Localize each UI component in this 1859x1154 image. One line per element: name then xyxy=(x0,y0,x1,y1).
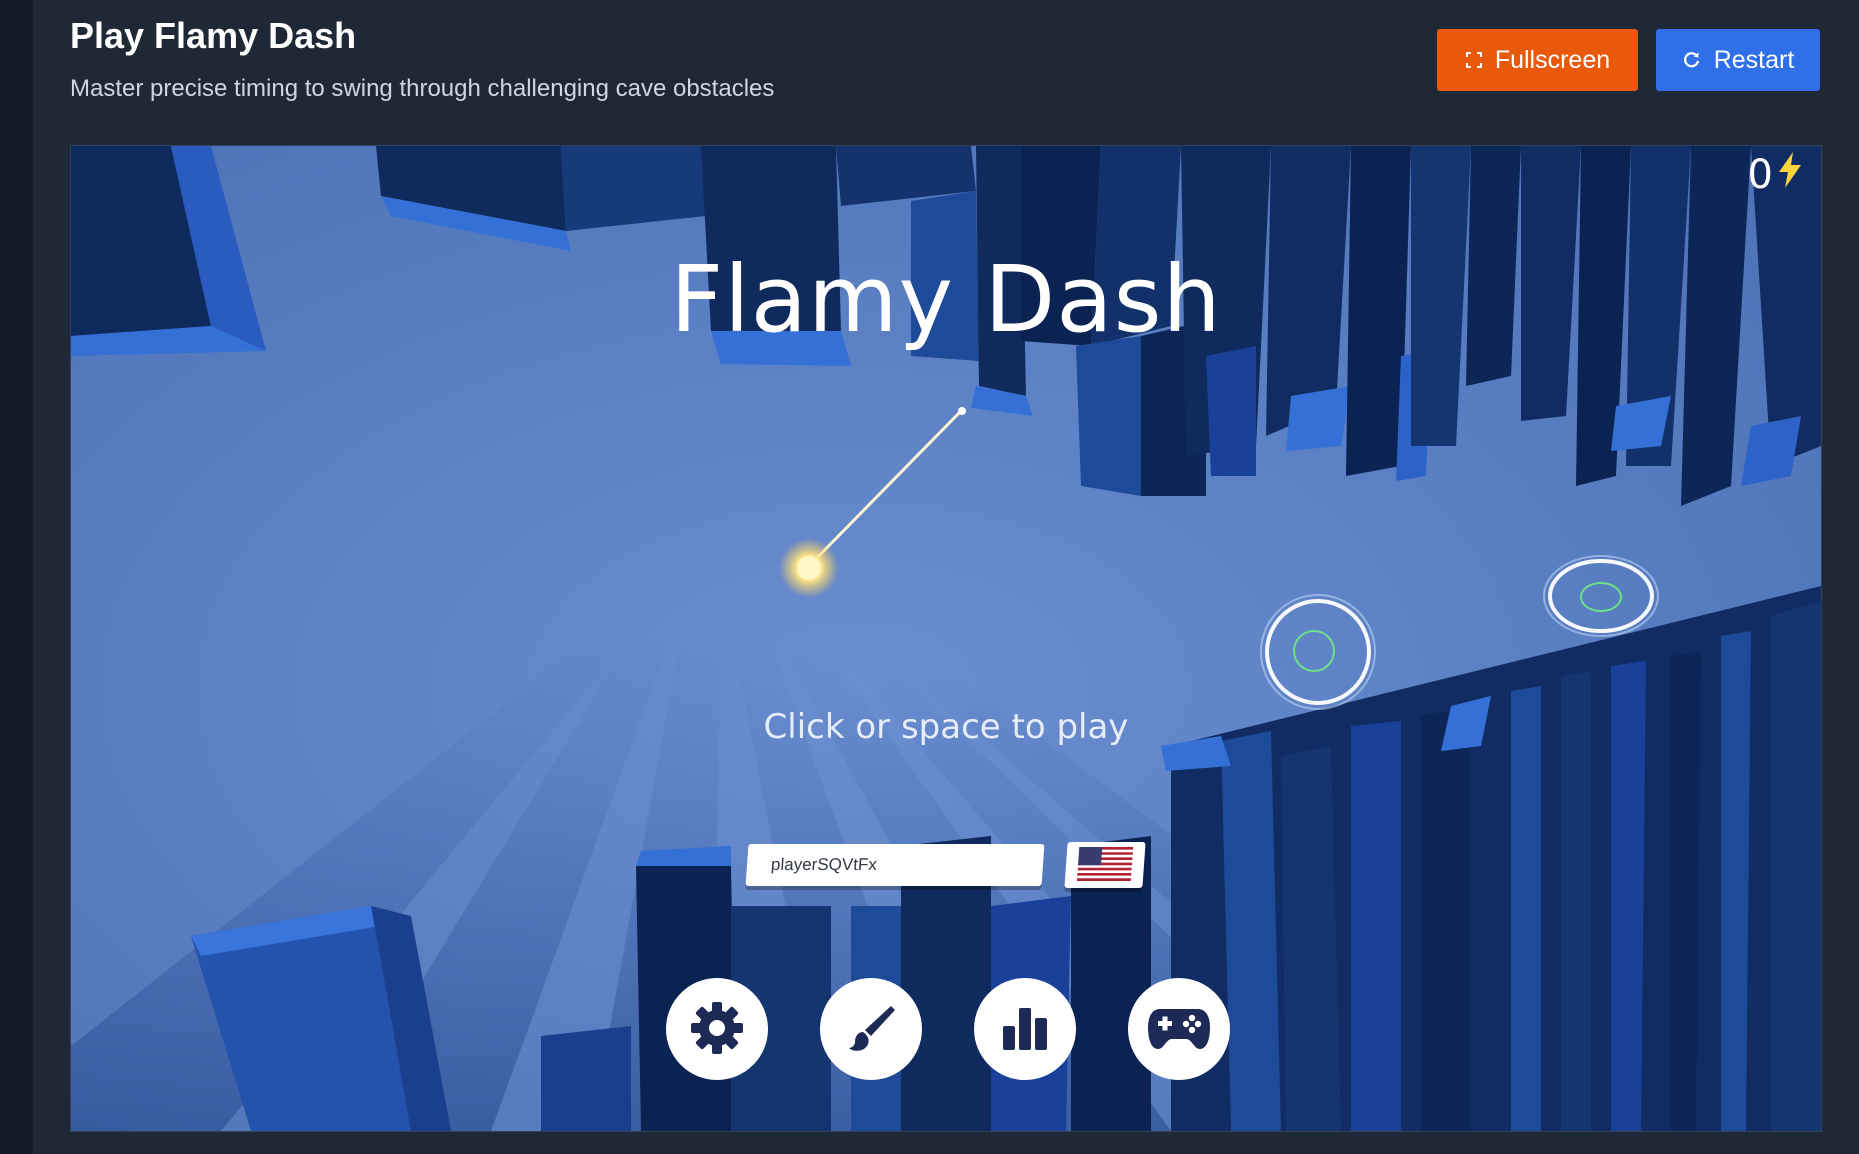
leaderboard-icon xyxy=(997,1000,1053,1059)
restart-button[interactable]: Restart xyxy=(1656,29,1820,91)
fullscreen-label: Fullscreen xyxy=(1494,45,1611,74)
country-flag-button[interactable] xyxy=(1064,842,1146,888)
score-display: 0 xyxy=(1748,152,1803,198)
customize-button[interactable] xyxy=(820,978,922,1080)
play-hint: Click or space to play xyxy=(763,707,1129,747)
game-canvas[interactable]: 0 Flamy Dash Click or space to play xyxy=(70,145,1822,1132)
score-value: 0 xyxy=(1747,152,1773,198)
restart-label: Restart xyxy=(1713,45,1795,74)
us-flag-icon xyxy=(1076,846,1134,884)
more-games-button[interactable] xyxy=(1128,978,1230,1080)
leaderboard-button[interactable] xyxy=(974,978,1076,1080)
player-name-input[interactable] xyxy=(745,844,1045,886)
fullscreen-button[interactable]: Fullscreen xyxy=(1437,29,1638,91)
game-title: Flamy Dash xyxy=(670,246,1222,353)
settings-button[interactable] xyxy=(666,978,768,1080)
page-subtitle: Master precise timing to swing through c… xyxy=(70,75,775,102)
refresh-icon xyxy=(1682,50,1702,70)
gamepad-icon xyxy=(1146,1003,1212,1056)
fullscreen-icon xyxy=(1465,51,1483,69)
left-sidebar-strip xyxy=(0,0,33,1154)
settings-icon xyxy=(689,1000,745,1059)
brush-icon xyxy=(843,1000,899,1059)
lightning-icon xyxy=(1777,152,1803,198)
page-title: Play Flamy Dash xyxy=(70,15,357,56)
